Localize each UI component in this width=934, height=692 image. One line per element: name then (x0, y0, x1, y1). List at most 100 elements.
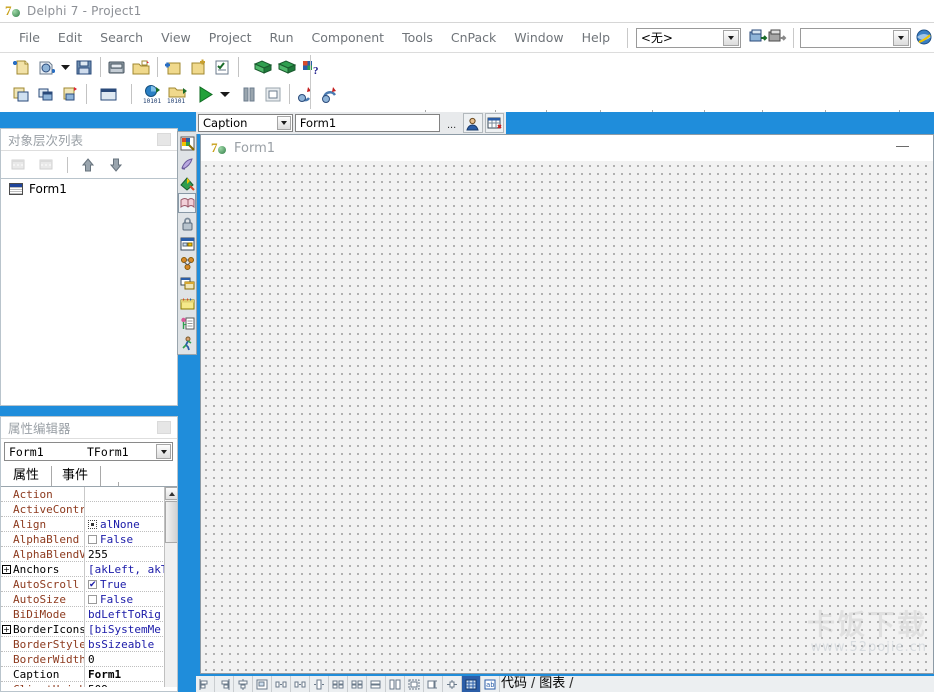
same-width-icon[interactable] (367, 676, 386, 692)
grid-settings-icon[interactable] (462, 676, 481, 692)
oi-tab-events[interactable]: 事件 (52, 466, 101, 486)
table-row[interactable]: BorderWidth 0 (1, 652, 177, 667)
table-row[interactable]: BorderStyle bsSizeable (1, 637, 177, 652)
property-name-combo[interactable]: Caption (198, 114, 293, 132)
select-unit-button[interactable] (210, 55, 234, 79)
object-inspector-scrollbar[interactable] (164, 487, 177, 687)
table-row[interactable]: AlphaBlendVa 255 (1, 547, 177, 562)
table-row[interactable]: Caption Form1 (1, 667, 177, 682)
menu-view[interactable]: View (152, 27, 200, 48)
table-row[interactable]: AutoScroll True (1, 577, 177, 592)
menu-cnpack[interactable]: CnPack (442, 27, 505, 48)
otv-delete-item-button[interactable] (35, 154, 59, 176)
align-right-icon[interactable] (215, 676, 234, 692)
checkbox-icon[interactable] (88, 595, 97, 604)
table-row[interactable]: ClientHeight 509 (1, 682, 177, 687)
open-recent-dropdown[interactable] (58, 55, 72, 79)
oi-tab-properties[interactable]: 属性 (3, 466, 52, 486)
new-frame-button[interactable] (97, 82, 121, 106)
menu-component[interactable]: Component (303, 27, 394, 48)
otv-new-item-button[interactable] (7, 154, 31, 176)
debug-folder-button[interactable]: 10101 (166, 82, 190, 106)
new-form-button[interactable] (34, 82, 58, 106)
align-grid-icon[interactable] (443, 676, 462, 692)
property-ellipsis-button[interactable]: ... (442, 114, 461, 132)
remove-from-project-button[interactable] (186, 55, 210, 79)
menu-run[interactable]: Run (261, 27, 303, 48)
window-design-icon[interactable] (178, 233, 196, 253)
form-design-canvas[interactable]: 卡饭下载 www.52pojie.cn (201, 161, 933, 673)
close-icon[interactable] (157, 421, 171, 434)
object-treeview-body[interactable]: Form1 (1, 179, 177, 405)
network-icon[interactable] (178, 254, 196, 274)
save-desktop-button[interactable] (749, 27, 768, 49)
otv-move-up-button[interactable] (76, 154, 100, 176)
checkbox-icon[interactable] (88, 535, 97, 544)
object-inspector-property-grid[interactable]: Action ActiveContro Align alNone AlphaBl… (1, 486, 177, 687)
book-icon[interactable] (178, 193, 196, 213)
run-dropdown[interactable] (217, 82, 233, 106)
property-value-input[interactable]: Form1 (295, 114, 440, 132)
table-row[interactable]: AutoSize False (1, 592, 177, 607)
expand-icon[interactable]: + (2, 565, 11, 574)
otv-move-down-button[interactable] (104, 154, 128, 176)
internet-browser-button[interactable] (915, 27, 934, 49)
save-button[interactable] (105, 55, 129, 79)
close-icon[interactable] (157, 133, 171, 146)
help-contents-button[interactable]: ? (299, 55, 323, 79)
align-bottoms-icon[interactable] (348, 676, 367, 692)
scroll-up-icon[interactable] (165, 487, 177, 500)
bottom-tab-diagram[interactable]: 图表 (535, 675, 569, 692)
chevron-down-icon[interactable] (277, 116, 291, 130)
view-unit-button[interactable] (251, 55, 275, 79)
new-item-button[interactable] (10, 55, 34, 79)
debug-step-button[interactable]: 10101 (142, 82, 166, 106)
space-equally-h-icon[interactable] (272, 676, 291, 692)
trace-into-button[interactable] (294, 82, 318, 106)
menu-help[interactable]: Help (573, 27, 620, 48)
space-equally-v-icon[interactable] (291, 676, 310, 692)
align-left-icon[interactable] (196, 676, 215, 692)
run-button[interactable] (193, 82, 217, 106)
view-form-button[interactable] (275, 55, 299, 79)
set-debug-desktop-button[interactable] (768, 27, 787, 49)
table-row[interactable]: + BorderIcons [biSystemMe (1, 622, 177, 637)
menu-search[interactable]: Search (91, 27, 152, 48)
save-all-button[interactable] (72, 55, 96, 79)
desktop-layout-combo[interactable]: <无> (636, 28, 741, 48)
gallery-icon[interactable] (178, 294, 196, 314)
menu-project[interactable]: Project (200, 27, 261, 48)
align-tops-icon[interactable] (329, 676, 348, 692)
table-row[interactable]: + Anchors [akLeft, akT (1, 562, 177, 577)
brush-icon[interactable] (178, 153, 196, 173)
expand-icon[interactable]: + (2, 625, 11, 634)
new-unit-button[interactable] (58, 82, 82, 106)
chevron-down-icon[interactable] (723, 30, 739, 46)
table-row[interactable]: AlphaBlend False (1, 532, 177, 547)
object-selector-combo[interactable]: Form1 TForm1 (4, 442, 173, 461)
align-center-h-icon[interactable] (234, 676, 253, 692)
add-to-project-button[interactable] (162, 55, 186, 79)
center-h-icon[interactable] (310, 676, 329, 692)
tree-node-form1[interactable]: Form1 (1, 179, 177, 199)
same-height-icon[interactable] (386, 676, 405, 692)
chevron-down-icon[interactable] (893, 30, 909, 46)
program-reset-button[interactable] (261, 82, 285, 106)
property-editor-person-button[interactable] (463, 113, 482, 133)
chevron-down-icon[interactable] (156, 444, 171, 459)
minimize-icon[interactable] (896, 146, 909, 147)
menu-edit[interactable]: Edit (49, 27, 91, 48)
open-project-button[interactable] (34, 55, 58, 79)
person-run-icon[interactable] (178, 334, 196, 354)
align-box-icon[interactable] (253, 676, 272, 692)
paint-tools-icon[interactable] (178, 173, 196, 193)
grow-icon[interactable] (424, 676, 443, 692)
project-combo[interactable] (800, 28, 911, 48)
shrink-icon[interactable] (405, 676, 424, 692)
pause-button[interactable] (237, 82, 261, 106)
windows-cascade-icon[interactable] (178, 274, 196, 294)
bottom-tab-code[interactable]: 代码 (497, 675, 531, 692)
menu-window[interactable]: Window (505, 27, 572, 48)
menu-file[interactable]: File (10, 27, 49, 48)
palette-colors-icon[interactable] (178, 133, 196, 153)
